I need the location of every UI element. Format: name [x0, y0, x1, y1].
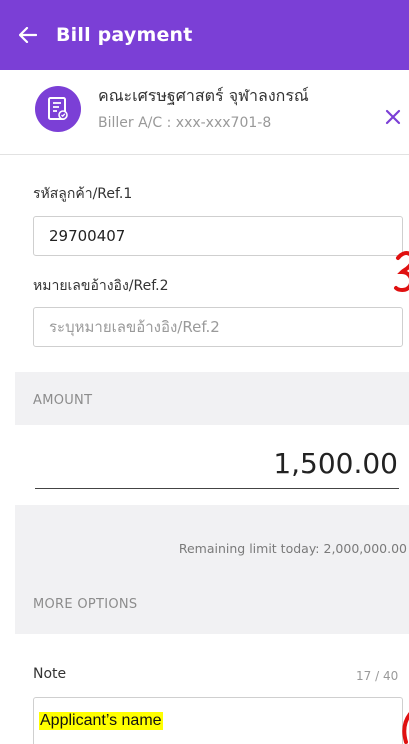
ref1-input[interactable]: 29700407 [33, 216, 403, 256]
ref2-label: หมายเลขอ้างอิง/Ref.2 [33, 278, 169, 294]
amount-input[interactable]: 1,500.00 [273, 447, 398, 480]
page-title: Bill payment [56, 24, 193, 46]
biller-card: คณะเศรษฐศาสตร์ จุฬาลงกรณ์ Biller A/C : x… [0, 70, 409, 155]
amount-section-title: AMOUNT [33, 393, 93, 408]
more-options-title[interactable]: MORE OPTIONS [33, 597, 137, 612]
note-input[interactable]: Applicant’s name [33, 697, 403, 744]
note-value: Applicant’s name [39, 712, 163, 730]
biller-account: Biller A/C : xxx-xxx701-8 [98, 115, 272, 131]
close-icon[interactable] [384, 108, 404, 128]
note-label: Note [33, 666, 67, 682]
ref1-label: รหัสลูกค้า/Ref.1 [33, 186, 133, 202]
note-char-count: 17 / 40 [356, 669, 399, 683]
annotation-mark-2 [400, 710, 409, 744]
annotation-mark [392, 248, 409, 296]
app-header: Bill payment [0, 0, 409, 70]
bill-receipt-icon [35, 86, 81, 132]
amount-underline [35, 488, 399, 489]
options-section [15, 505, 409, 634]
biller-name: คณะเศรษฐศาสตร์ จุฬาลงกรณ์ [98, 86, 309, 105]
arrow-left-icon[interactable] [14, 21, 42, 49]
remaining-limit: Remaining limit today: 2,000,000.00 [178, 541, 407, 556]
ref2-input[interactable]: ระบุหมายเลขอ้างอิง/Ref.2 [33, 307, 403, 347]
